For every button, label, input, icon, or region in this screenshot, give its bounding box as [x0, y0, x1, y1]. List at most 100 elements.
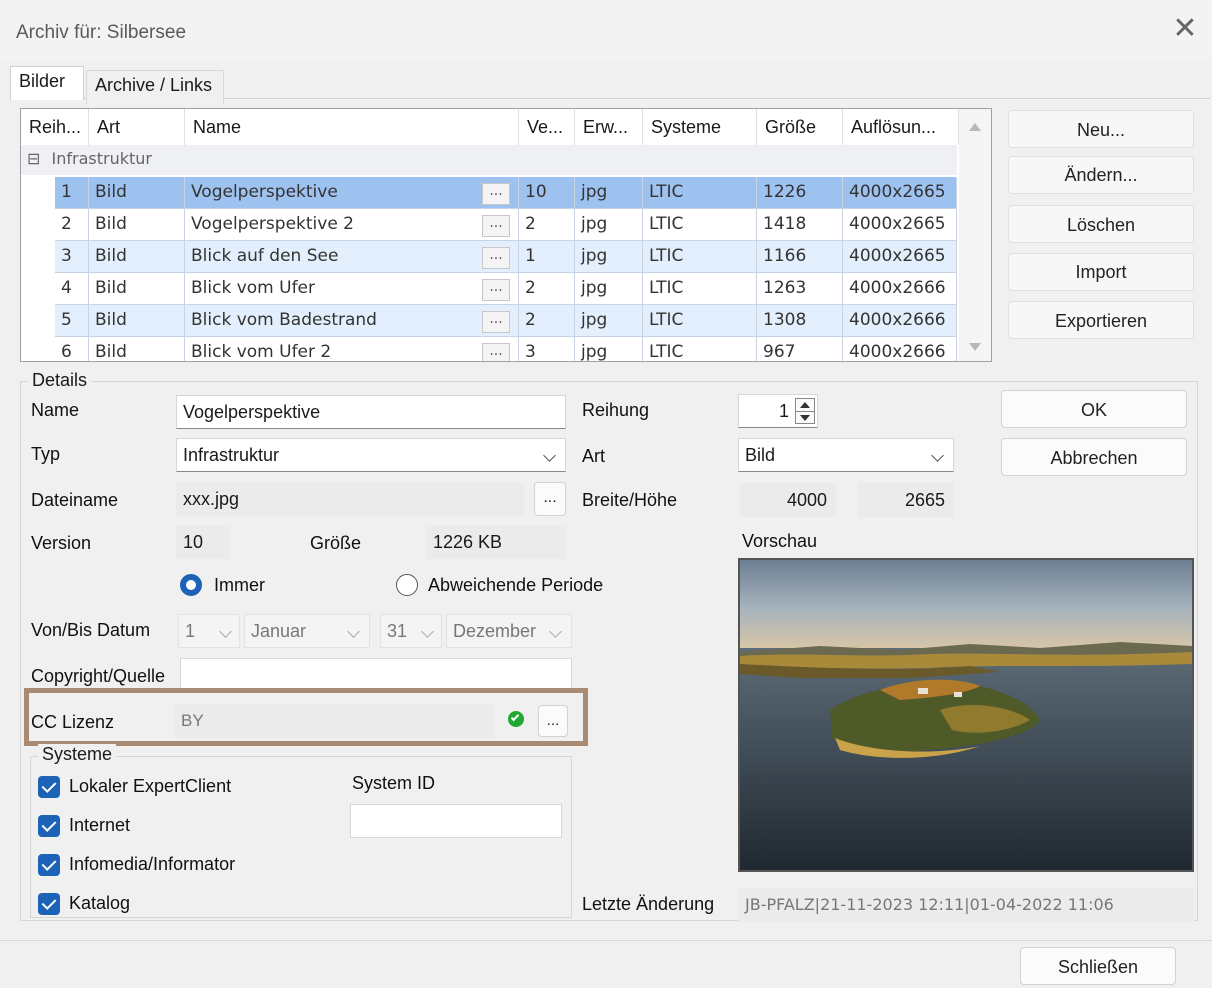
preview-image — [738, 558, 1194, 872]
from-day-value: 1 — [185, 621, 196, 641]
table-row[interactable]: 1 Bild Vogelperspektive 10 jpg LTIC 1226 4000x2… — [55, 177, 957, 209]
cell-aufloesung: 4000x2666 — [843, 273, 957, 305]
art-select[interactable]: Bild — [738, 438, 954, 472]
cell-reihung: 5 — [55, 305, 89, 337]
radio-abweichende-periode[interactable] — [396, 574, 418, 596]
schliessen-button[interactable]: Schließen — [1020, 947, 1176, 985]
column-header-version[interactable]: Ve... — [519, 109, 575, 145]
cell-art: Bild — [89, 209, 185, 241]
hoehe-field: 2665 — [858, 483, 954, 517]
cell-aufloesung: 4000x2666 — [843, 305, 957, 337]
row-ellipsis-button[interactable]: ... — [482, 247, 510, 269]
new-button[interactable]: Neu... — [1008, 110, 1194, 148]
cell-groesse: 1226 — [757, 177, 843, 209]
ok-button[interactable]: OK — [1001, 390, 1187, 428]
image-grid[interactable]: Reih... Art Name Ve... Erw... Systeme Gr… — [20, 108, 992, 362]
row-ellipsis-button[interactable]: ... — [482, 343, 510, 361]
reihung-spinner[interactable]: 1 — [738, 394, 818, 428]
checkbox-katalog[interactable] — [38, 893, 60, 915]
group-row-infrastruktur[interactable]: ⊟ Infrastruktur — [21, 145, 957, 175]
cell-systeme: LTIC — [643, 177, 757, 209]
radio-immer[interactable] — [180, 574, 202, 596]
typ-select[interactable]: Infrastruktur — [176, 438, 566, 472]
row-ellipsis-button[interactable]: ... — [482, 183, 510, 205]
column-header-groesse[interactable]: Größe — [757, 109, 843, 145]
checkbox-lokaler-expertclient[interactable] — [38, 776, 60, 798]
groesse-field: 1226 KB — [426, 525, 566, 559]
tab-bilder[interactable]: Bilder — [10, 66, 84, 100]
import-button[interactable]: Import — [1008, 253, 1194, 291]
to-day-select: 31 — [380, 614, 442, 648]
preview-lake-photo — [740, 560, 1192, 870]
column-header-aufloesung[interactable]: Auflösun... — [843, 109, 959, 145]
table-row[interactable]: 4 Bild Blick vom Ufer 2 jpg LTIC 1263 4000x2666… — [55, 273, 957, 305]
highlight-frame — [24, 688, 588, 746]
spin-buttons[interactable] — [795, 398, 815, 424]
checkbox-label: Infomedia/Informator — [69, 854, 236, 874]
column-header-name[interactable]: Name — [185, 109, 519, 145]
cell-art: Bild — [89, 305, 185, 337]
cell-art: Bild — [89, 241, 185, 273]
cell-aufloesung: 4000x2665 — [843, 241, 957, 273]
cell-version: 2 — [519, 305, 575, 337]
cell-systeme: LTIC — [643, 273, 757, 305]
chevron-down-icon — [421, 625, 434, 638]
to-day-value: 31 — [387, 621, 408, 641]
chevron-down-icon — [543, 449, 556, 462]
collapse-icon[interactable]: ⊟ — [27, 149, 40, 168]
export-button[interactable]: Exportieren — [1008, 301, 1194, 339]
cell-groesse: 1166 — [757, 241, 843, 273]
cell-erweiterung: jpg — [575, 177, 643, 209]
cell-groesse: 967 — [757, 337, 843, 361]
checkbox-internet[interactable] — [38, 815, 60, 837]
cell-art: Bild — [89, 177, 185, 209]
abbrechen-button[interactable]: Abbrechen — [1001, 438, 1187, 476]
copyright-input[interactable] — [180, 658, 572, 692]
system-id-input[interactable] — [350, 804, 562, 838]
delete-button[interactable]: Löschen — [1008, 205, 1194, 243]
name-input[interactable]: Vogelperspektive — [176, 395, 566, 429]
cell-aufloesung: 4000x2665 — [843, 209, 957, 241]
cell-systeme: LTIC — [643, 305, 757, 337]
spin-up-icon[interactable] — [800, 402, 810, 408]
group-label: Infrastruktur — [51, 149, 152, 168]
cell-name: Vogelperspektive — [185, 177, 519, 209]
chevron-down-icon — [549, 625, 562, 638]
dateiname-field: xxx.jpg — [176, 482, 524, 516]
column-header-erweiterung[interactable]: Erw... — [575, 109, 643, 145]
row-ellipsis-button[interactable]: ... — [482, 215, 510, 237]
art-value: Bild — [745, 445, 776, 465]
cell-groesse: 1418 — [757, 209, 843, 241]
table-row[interactable]: 6 Bild Blick vom Ufer 2 3 jpg LTIC 967 4000x266… — [55, 337, 957, 361]
table-row[interactable]: 5 Bild Blick vom Badestrand 2 jpg LTIC 1308 400… — [55, 305, 957, 337]
dateiname-browse-button[interactable]: ... — [534, 482, 566, 516]
chevron-down-icon — [931, 449, 944, 462]
radio-periode-label: Abweichende Periode — [428, 575, 604, 595]
cell-name: Blick auf den See — [185, 241, 519, 273]
title-bar: Archiv für: Silbersee ✕ — [0, 0, 1212, 62]
scroll-down-icon[interactable] — [969, 343, 981, 351]
tab-archive-links[interactable]: Archive / Links — [86, 70, 224, 104]
row-ellipsis-button[interactable]: ... — [482, 311, 510, 333]
close-icon[interactable]: ✕ — [1170, 14, 1200, 44]
checkbox-label: Lokaler ExpertClient — [69, 776, 232, 796]
checkbox-infomedia-informator[interactable] — [38, 854, 60, 876]
scroll-up-icon[interactable] — [969, 123, 981, 131]
checkbox-label: Katalog — [69, 893, 131, 913]
column-header-reihung[interactable]: Reih... — [21, 109, 89, 145]
column-header-systeme[interactable]: Systeme — [643, 109, 757, 145]
row-ellipsis-button[interactable]: ... — [482, 279, 510, 301]
column-header-art[interactable]: Art — [89, 109, 185, 145]
cell-aufloesung: 4000x2665 — [843, 177, 957, 209]
from-day-select: 1 — [178, 614, 240, 648]
cell-reihung: 1 — [55, 177, 89, 209]
breite-hoehe-label: Breite/Höhe — [582, 490, 678, 510]
cell-version: 1 — [519, 241, 575, 273]
table-row[interactable]: 2 Bild Vogelperspektive 2 2 jpg LTIC 1418 4000x… — [55, 209, 957, 241]
table-row[interactable]: 3 Bild Blick auf den See 1 jpg LTIC 1166 4000x2… — [55, 241, 957, 273]
cell-reihung: 3 — [55, 241, 89, 273]
edit-button[interactable]: Ändern... — [1008, 156, 1194, 194]
typ-value: Infrastruktur — [183, 445, 280, 465]
spin-down-icon[interactable] — [800, 415, 810, 421]
grid-vertical-scrollbar[interactable] — [959, 109, 991, 361]
